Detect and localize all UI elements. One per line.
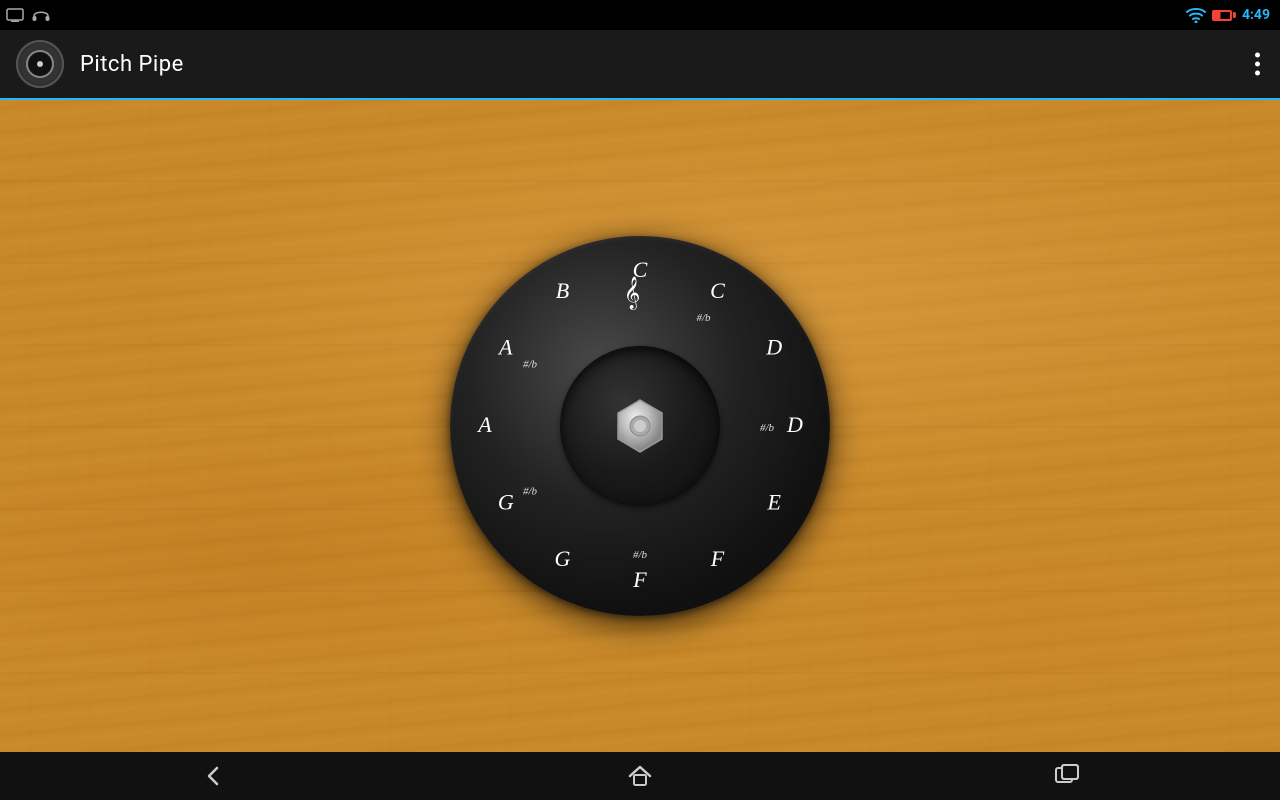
- pitch-wheel[interactable]: CC#/bDD#/bEFF#/bGG#/bAA#/bB 𝄞: [450, 236, 830, 616]
- svg-text:G: G: [555, 546, 571, 571]
- svg-text:C: C: [710, 278, 725, 303]
- pitch-wheel-container[interactable]: CC#/bDD#/bEFF#/bGG#/bAA#/bB 𝄞: [450, 236, 830, 616]
- status-left-icons: [6, 7, 50, 23]
- hex-nut: [610, 396, 670, 456]
- nav-back-button[interactable]: [173, 758, 253, 794]
- svg-text:A: A: [497, 335, 513, 360]
- monitor-icon: [6, 8, 24, 22]
- svg-text:#/b: #/b: [523, 359, 538, 371]
- app-icon: [16, 40, 64, 88]
- nav-recent-button[interactable]: [1027, 758, 1107, 794]
- nav-bar: [0, 752, 1280, 800]
- main-content: CC#/bDD#/bEFF#/bGG#/bAA#/bB 𝄞: [0, 100, 1280, 752]
- home-icon: [626, 762, 654, 790]
- svg-text:D: D: [786, 412, 803, 437]
- svg-text:#/b: #/b: [633, 549, 648, 561]
- headphone-icon: [32, 7, 50, 23]
- svg-text:E: E: [767, 490, 782, 515]
- app-title: Pitch Pipe: [80, 52, 184, 77]
- overflow-dot-1: [1255, 53, 1260, 58]
- nav-home-button[interactable]: [600, 758, 680, 794]
- overflow-dot-2: [1255, 62, 1260, 67]
- status-bar: 4:49: [0, 0, 1280, 30]
- overflow-menu-button[interactable]: [1255, 53, 1260, 76]
- svg-text:G: G: [498, 490, 514, 515]
- overflow-dot-3: [1255, 71, 1260, 76]
- battery-icon: [1212, 10, 1236, 21]
- app-icon-inner: [26, 50, 54, 78]
- svg-text:B: B: [556, 278, 569, 303]
- status-time: 4:49: [1242, 7, 1270, 23]
- recent-icon: [1053, 762, 1081, 790]
- svg-text:#/b: #/b: [696, 312, 711, 324]
- svg-text:#/b: #/b: [760, 422, 775, 434]
- status-right-icons: 4:49: [1186, 7, 1270, 23]
- treble-clef: 𝄞: [624, 278, 641, 310]
- svg-text:A: A: [476, 412, 492, 437]
- svg-text:F: F: [710, 546, 725, 571]
- wifi-icon: [1186, 7, 1206, 23]
- app-bar: Pitch Pipe: [0, 30, 1280, 100]
- svg-text:F: F: [632, 567, 647, 592]
- app-icon-dot: [37, 61, 43, 67]
- svg-text:D: D: [765, 335, 782, 360]
- pitch-wheel-inner: [560, 346, 720, 506]
- svg-text:#/b: #/b: [523, 486, 538, 498]
- back-icon: [199, 762, 227, 790]
